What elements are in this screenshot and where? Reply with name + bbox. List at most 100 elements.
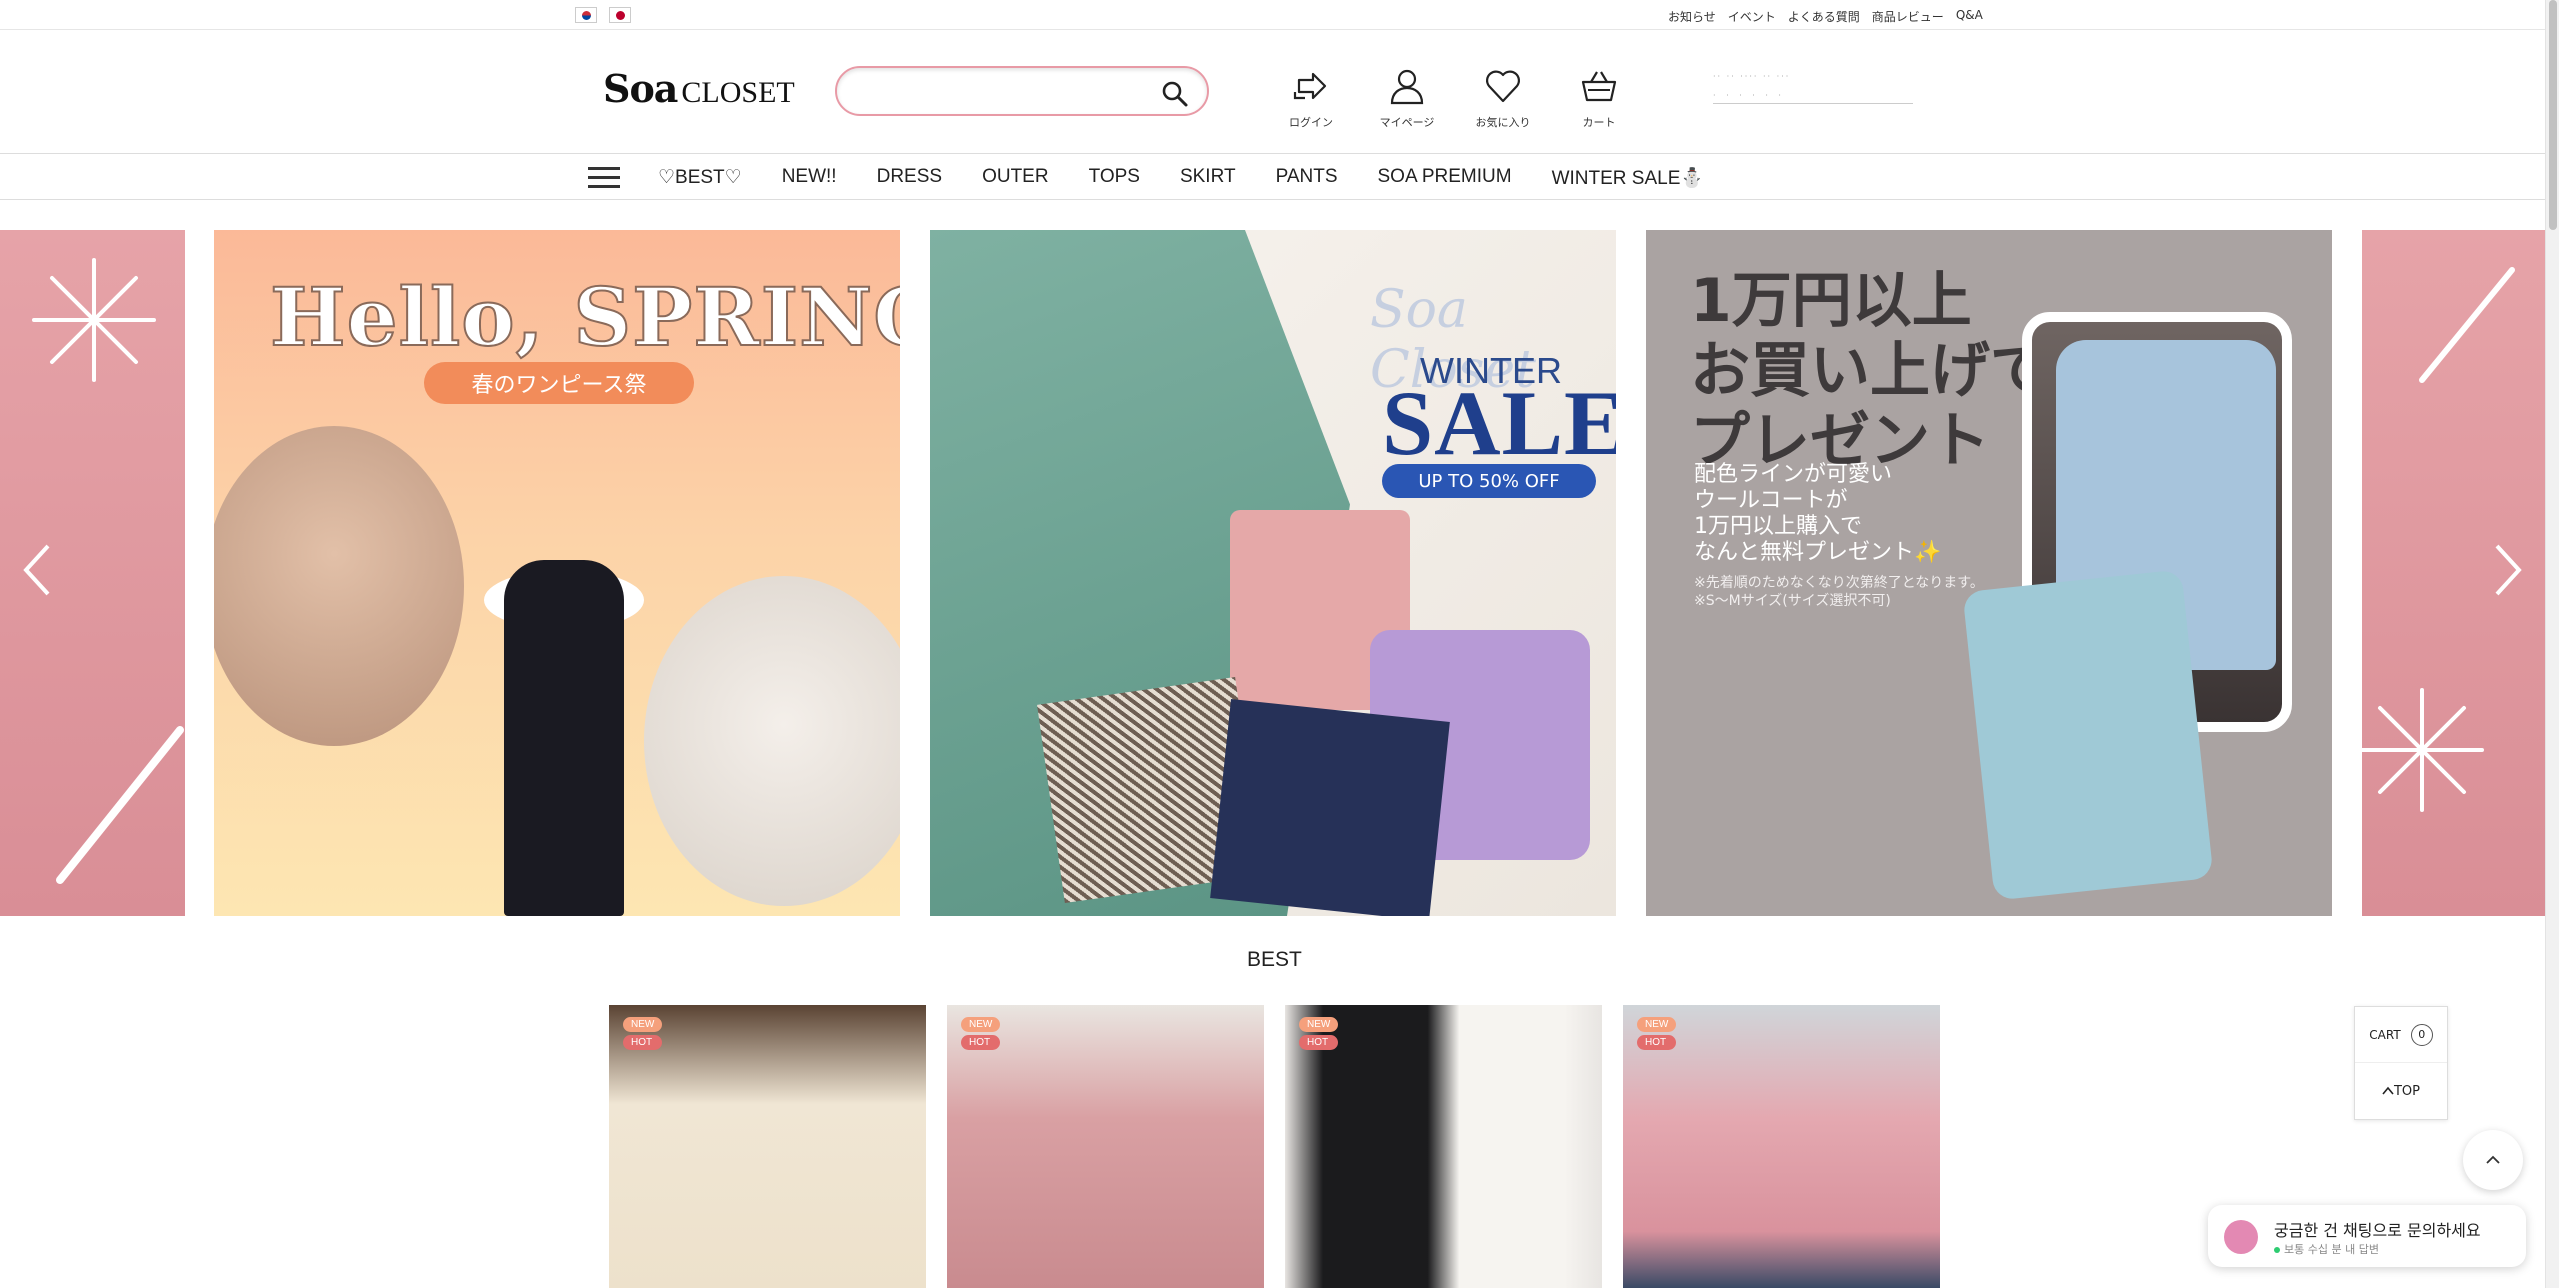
site-logo[interactable]: Soa CLOSET <box>603 66 795 111</box>
scroll-to-top-button[interactable] <box>2463 1130 2523 1190</box>
nav-soa-premium[interactable]: SOA PREMIUM <box>1378 166 1512 190</box>
chevron-up-icon <box>2486 1155 2500 1164</box>
search-box <box>835 66 1209 116</box>
discount-badge: UP TO 50% OFF <box>1382 464 1596 498</box>
cart-count-badge: 0 <box>2410 1023 2433 1046</box>
chevron-up-icon <box>2382 1086 2394 1095</box>
favorites-label: お気に入り <box>1475 116 1531 129</box>
floating-top-label: TOP <box>2393 1083 2420 1099</box>
photo-circle <box>644 576 900 906</box>
note-line: ※先着順のためなくなり次第終了となります。 <box>1694 575 1984 591</box>
floating-cart-button[interactable]: CART 0 <box>2355 1007 2447 1063</box>
nav-outer[interactable]: OUTER <box>982 166 1049 190</box>
chat-subtitle: 보통 수십 분 내 답변 <box>2274 1241 2379 1257</box>
chat-subtitle-text: 보통 수십 분 내 답변 <box>2284 1243 2379 1256</box>
link-faq[interactable]: よくある質問 <box>1788 8 1860 25</box>
banner-slide-spring[interactable]: Hello, SPRING 春のワンピース祭 <box>214 230 900 916</box>
logo-closet: CLOSET <box>681 76 795 109</box>
product-photo <box>1210 699 1450 916</box>
nav-pants[interactable]: PANTS <box>1276 166 1338 190</box>
chat-title: 궁금한 건 채팅으로 문의하세요 <box>2274 1221 2481 1240</box>
link-event[interactable]: イベント <box>1728 8 1776 25</box>
nav-new[interactable]: NEW!! <box>782 166 837 190</box>
spring-subtitle: 春のワンピース祭 <box>424 362 694 404</box>
product-badges: NEW HOT <box>961 1017 1001 1050</box>
page-scrollbar[interactable] <box>2545 0 2559 1288</box>
mypage-button[interactable]: マイページ <box>1359 66 1455 130</box>
link-qa[interactable]: Q&A <box>1956 8 1983 25</box>
badge-hot: HOT <box>1299 1035 1339 1050</box>
link-reviews[interactable]: 商品レビュー <box>1872 8 1944 25</box>
nav-dress[interactable]: DRESS <box>877 166 942 190</box>
favorites-button[interactable]: お気に入り <box>1455 66 1551 130</box>
heading-line: お買い上げで <box>1690 336 2050 406</box>
hero-carousel: Hello, SPRING 春のワンピース祭 Soa Closet WINTER… <box>0 230 2545 916</box>
jp-flag-icon[interactable] <box>609 7 631 23</box>
floating-cart-label: CART <box>2369 1027 2401 1042</box>
site-header: Soa CLOSET ログイン マイページ お気に入り カート ·· ·· ··… <box>0 30 2545 154</box>
photo-circle <box>214 426 464 746</box>
kr-flag-icon[interactable] <box>575 7 597 23</box>
link-notice[interactable]: お知らせ <box>1668 8 1716 25</box>
chat-avatar-icon <box>2224 1220 2258 1254</box>
nav-tops[interactable]: TOPS <box>1089 166 1140 190</box>
nav-winter-sale[interactable]: WINTER SALE⛄ <box>1552 166 1704 190</box>
header-notice-line: · · · · · · <box>1713 91 1785 100</box>
chat-launcher[interactable]: 궁금한 건 채팅으로 문의하세요 보통 수십 분 내 답변 <box>2208 1205 2526 1267</box>
badge-new: NEW <box>961 1017 1001 1032</box>
body-line: 1万円以上購入で <box>1694 514 1862 539</box>
badge-new: NEW <box>1299 1017 1339 1032</box>
nav-skirt[interactable]: SKIRT <box>1180 166 1236 190</box>
present-heading: 1万円以上 お買い上げで プレゼント <box>1690 266 2050 476</box>
spring-title: Hello, SPRING <box>269 269 900 365</box>
best-product-list: NEW HOT NEW HOT NEW HOT NEW HOT <box>609 1005 1940 1288</box>
banner-slide-winter-sale[interactable]: Soa Closet WINTER SALE UP TO 50% OFF <box>930 230 1616 916</box>
login-button[interactable]: ログイン <box>1263 66 1359 130</box>
header-icons: ログイン マイページ お気に入り カート <box>1263 66 1647 130</box>
utility-links: お知らせ イベント よくある質問 商品レビュー Q&A <box>1668 8 1983 25</box>
product-badges: NEW HOT <box>623 1017 663 1050</box>
product-card[interactable]: NEW HOT <box>1285 1005 1602 1288</box>
model-photo <box>504 560 624 916</box>
product-card[interactable]: NEW HOT <box>609 1005 926 1288</box>
person-icon <box>1390 69 1424 105</box>
product-card[interactable]: NEW HOT <box>947 1005 1264 1288</box>
best-section-title: BEST <box>1247 948 1302 971</box>
carousel-prev-arrow-icon[interactable] <box>18 540 58 600</box>
nav-best[interactable]: ♡BEST♡ <box>658 166 742 190</box>
body-line: 配色ラインが可愛い <box>1694 462 1893 487</box>
product-card[interactable]: NEW HOT <box>1623 1005 1940 1288</box>
product-badges: NEW HOT <box>1299 1017 1339 1050</box>
basket-icon <box>1581 71 1617 102</box>
carousel-next-arrow-icon[interactable] <box>2487 540 2527 600</box>
top-utility-bar: お知らせ イベント よくある質問 商品レビュー Q&A <box>0 0 2545 30</box>
present-body: 配色ラインが可愛い ウールコートが 1万円以上購入で なんと無料プレゼント✨ <box>1694 462 1941 566</box>
logo-soa: Soa <box>603 66 678 111</box>
badge-hot: HOT <box>961 1035 1001 1050</box>
note-line: ※S～Mサイズ(サイズ選択不可) <box>1694 593 1891 609</box>
cart-button[interactable]: カート <box>1551 66 1647 130</box>
category-nav: ♡BEST♡ NEW!! DRESS OUTER TOPS SKIRT PANT… <box>0 154 2545 200</box>
search-icon[interactable] <box>1161 80 1189 108</box>
online-dot-icon <box>2274 1247 2280 1253</box>
badge-new: NEW <box>623 1017 663 1032</box>
search-input[interactable] <box>857 78 1157 104</box>
scrollbar-thumb[interactable] <box>2549 0 2557 230</box>
badge-hot: HOT <box>1637 1035 1677 1050</box>
product-badges: NEW HOT <box>1637 1017 1677 1050</box>
language-flags <box>575 7 631 23</box>
present-notes: ※先着順のためなくなり次第終了となります。 ※S～Mサイズ(サイズ選択不可) <box>1694 574 1984 610</box>
sale-label: SALE <box>1382 372 1616 474</box>
heading-line: 1万円以上 <box>1690 266 1972 336</box>
coat-photo <box>1962 569 2214 901</box>
body-line: ウールコートが <box>1694 488 1848 513</box>
heart-icon <box>1486 70 1520 103</box>
login-icon <box>1293 72 1327 100</box>
banner-slide-present[interactable]: 1万円以上 お買い上げで プレゼント 配色ラインが可愛い ウールコートが 1万円… <box>1646 230 2332 916</box>
floating-top-button[interactable]: TOP <box>2355 1063 2447 1119</box>
body-line: なんと無料プレゼント✨ <box>1694 540 1942 565</box>
hamburger-menu-icon[interactable] <box>588 167 620 189</box>
badge-new: NEW <box>1637 1017 1677 1032</box>
mypage-label: マイページ <box>1379 116 1435 129</box>
category-list: ♡BEST♡ NEW!! DRESS OUTER TOPS SKIRT PANT… <box>658 166 1704 190</box>
